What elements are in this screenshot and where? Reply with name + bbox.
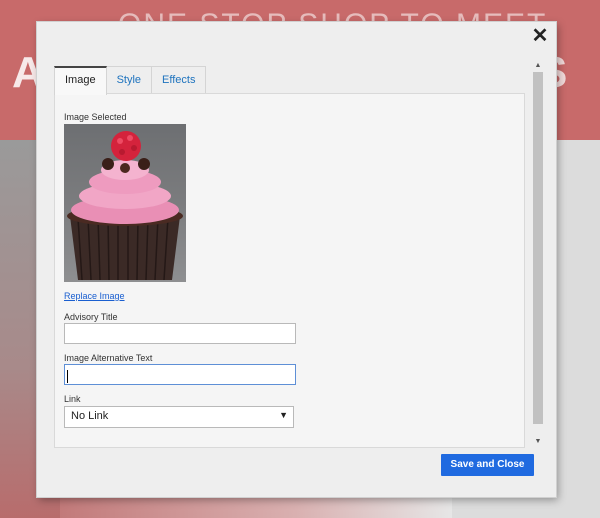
text-caret	[67, 370, 68, 383]
image-settings-dialog: ✕ ▲ ▼ Image Style Effects Image Selected	[37, 22, 556, 497]
alt-text-label: Image Alternative Text	[64, 353, 153, 363]
advisory-title-label: Advisory Title	[64, 312, 118, 322]
selected-image-thumbnail	[64, 124, 186, 282]
link-select[interactable]: No Link ▼	[64, 406, 294, 428]
link-label: Link	[64, 394, 81, 404]
link-select-value: No Link	[71, 410, 109, 422]
scroll-up-icon[interactable]: ▲	[533, 62, 543, 70]
image-selected-label: Image Selected	[64, 112, 127, 122]
tab-image[interactable]: Image	[54, 66, 107, 95]
dropdown-arrow-icon: ▼	[279, 410, 288, 420]
replace-image-link[interactable]: Replace Image	[64, 291, 125, 301]
scroll-thumb[interactable]	[533, 72, 543, 424]
image-tab-panel: Image Selected Replace Image Advisory Ti…	[54, 93, 525, 448]
tab-style[interactable]: Style	[105, 66, 153, 93]
advisory-title-input[interactable]	[64, 323, 296, 344]
save-and-close-button[interactable]: Save and Close	[441, 454, 534, 476]
dialog-scrollbar[interactable]: ▲ ▼	[533, 62, 543, 446]
alt-text-input[interactable]	[64, 364, 296, 385]
tab-bar: Image Style Effects	[54, 66, 207, 95]
scroll-down-icon[interactable]: ▼	[533, 438, 543, 446]
background-bottom-image	[60, 496, 452, 518]
cupcake-image	[67, 131, 183, 281]
tab-effects[interactable]: Effects	[151, 66, 207, 93]
close-icon[interactable]: ✕	[530, 26, 550, 46]
